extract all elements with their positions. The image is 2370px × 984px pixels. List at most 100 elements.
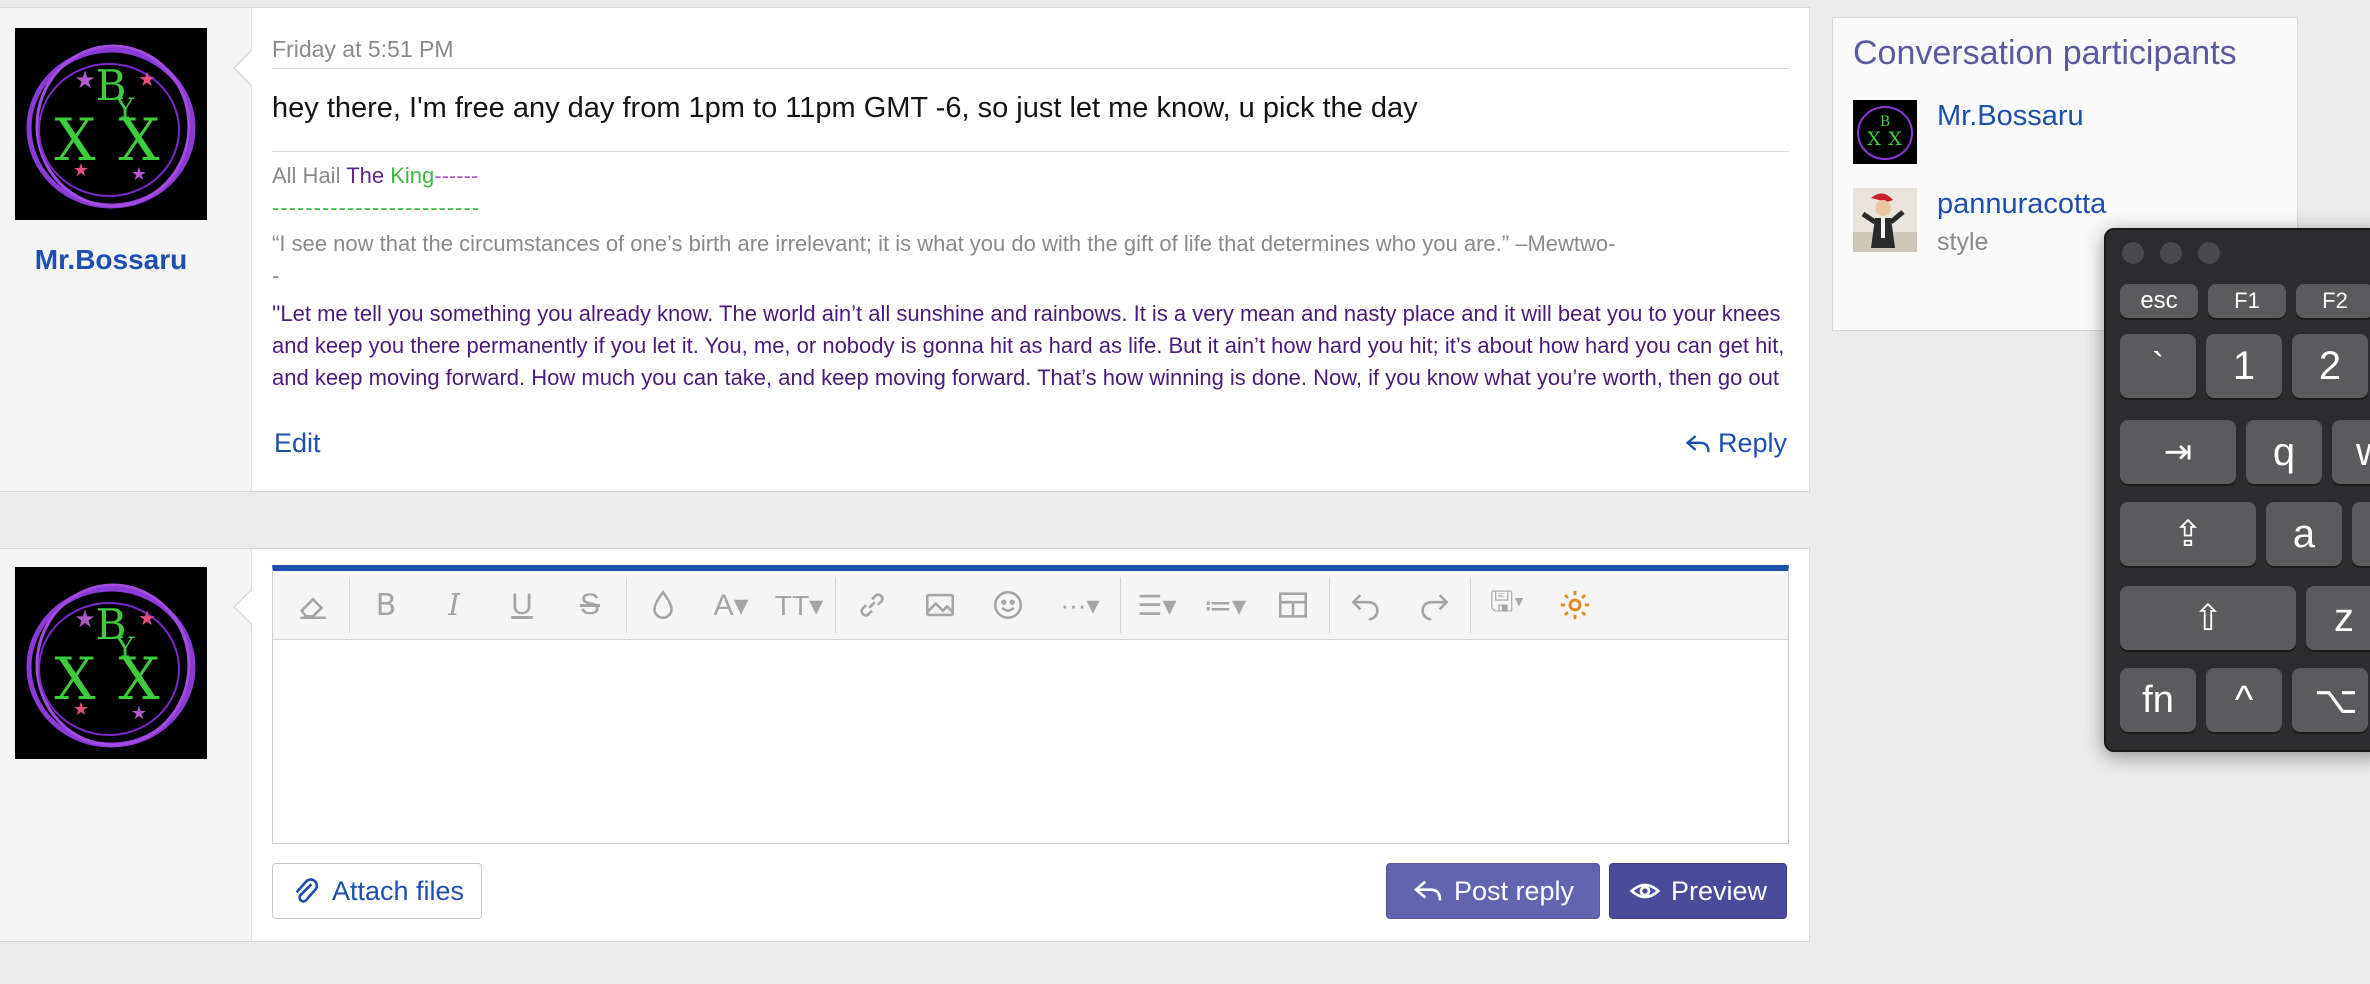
signature-quote-mewtwo-tail: - (272, 263, 280, 288)
eraser-icon[interactable] (279, 571, 347, 639)
drafts-icon[interactable]: 🖫▾ (1473, 571, 1541, 639)
avatar[interactable]: B X X Y ★ ★ ★ ★ (15, 567, 207, 759)
key-z[interactable]: z (2306, 586, 2370, 650)
key-f2[interactable]: F2 (2296, 284, 2370, 318)
signature-quote-mewtwo: “I see now that the circumstances of one… (272, 228, 1787, 292)
font-size-icon[interactable]: TT▾ (765, 571, 833, 639)
signature-quote-rocky: ''Let me tell you something you already … (272, 301, 1785, 398)
editor-textarea[interactable] (273, 640, 1788, 843)
on-screen-keyboard: esc F1 F2 ` 1 2 ⇥ q w ⇪ a ⇧ z fn ^ ⌥ (2104, 228, 2370, 752)
strikethrough-icon[interactable]: S (556, 571, 624, 639)
svg-text:Y: Y (115, 631, 135, 664)
reply-link[interactable]: Reply (1684, 428, 1787, 459)
svg-text:★: ★ (131, 164, 147, 184)
avatar-photo-icon (1853, 188, 1917, 252)
redo-icon[interactable] (1400, 571, 1468, 639)
key-caps-lock[interactable]: ⇪ (2120, 502, 2256, 566)
svg-text:★: ★ (73, 160, 89, 180)
image-icon[interactable] (906, 571, 974, 639)
participant-name[interactable]: Mr.Bossaru (1937, 100, 2084, 133)
toolbar-separator (626, 577, 627, 633)
sidebar-title: Conversation participants (1853, 34, 2237, 72)
key-shift[interactable]: ⇧ (2120, 586, 2296, 650)
reply-icon (1685, 434, 1710, 452)
more-icon[interactable]: ···▾ (1042, 571, 1118, 639)
key-q[interactable]: q (2246, 420, 2322, 484)
minimize-button[interactable] (2160, 242, 2182, 264)
key-1[interactable]: 1 (2206, 334, 2282, 398)
toolbar-separator (349, 577, 350, 633)
svg-text:★: ★ (138, 608, 156, 630)
edit-link[interactable]: Edit (274, 428, 321, 459)
align-icon[interactable]: ☰▾ (1123, 571, 1191, 639)
eye-icon (1629, 883, 1661, 899)
key-a[interactable]: a (2266, 502, 2342, 566)
font-family-icon[interactable]: A▾ (697, 571, 765, 639)
bold-icon[interactable]: B (352, 571, 420, 639)
link-icon[interactable] (838, 571, 906, 639)
toolbar-separator (1329, 577, 1330, 633)
gear-icon[interactable] (1541, 571, 1609, 639)
divider (272, 68, 1789, 69)
message-content: Friday at 5:51 PM hey there, I'm free an… (252, 8, 1809, 491)
signature-hail-suffix: ------ (434, 163, 479, 188)
editor-arrow (233, 587, 254, 627)
signature-quote-mewtwo-text: “I see now that the circumstances of one… (272, 231, 1616, 256)
message-user-column: B X X Y ★ ★ ★ ★ Mr.Bossaru (0, 8, 252, 491)
key-option[interactable]: ⌥ (2292, 668, 2368, 732)
svg-text:★: ★ (74, 606, 96, 633)
post-username[interactable]: Mr.Bossaru (0, 244, 223, 276)
zoom-button[interactable] (2198, 242, 2220, 264)
message-post: B X X Y ★ ★ ★ ★ Mr.Bossaru Friday at 5:5… (0, 7, 1810, 492)
key-esc[interactable]: esc (2120, 284, 2198, 318)
toolbar-separator (835, 577, 836, 633)
avatar[interactable] (1853, 188, 1917, 252)
key-partial[interactable] (2352, 502, 2370, 566)
key-backtick[interactable]: ` (2120, 334, 2196, 398)
divider (272, 151, 1789, 152)
rich-text-editor: B I U S A▾ TT▾ ···▾ ☰▾ ≔▾ 🖫▾ (272, 565, 1789, 844)
undo-icon[interactable] (1332, 571, 1400, 639)
key-fn[interactable]: fn (2120, 668, 2196, 732)
message-arrow (233, 48, 254, 88)
participant-name[interactable]: pannuracotta (1937, 188, 2106, 221)
post-reply-button[interactable]: Post reply (1386, 863, 1600, 919)
post-date[interactable]: Friday at 5:51 PM (272, 36, 454, 63)
window-controls (2122, 242, 2220, 264)
color-drop-icon[interactable] (629, 571, 697, 639)
underline-icon[interactable]: U (488, 571, 556, 639)
participant-subtitle: style (1937, 228, 1989, 256)
signature-hail-the: The (346, 163, 385, 188)
table-icon[interactable] (1259, 571, 1327, 639)
paperclip-icon (295, 878, 319, 903)
key-control[interactable]: ^ (2206, 668, 2282, 732)
reply-icon (1413, 880, 1442, 901)
close-button[interactable] (2122, 242, 2144, 264)
toolbar-separator (1470, 577, 1471, 633)
key-tab[interactable]: ⇥ (2120, 420, 2236, 484)
svg-text:★: ★ (73, 699, 89, 719)
editor-content: B I U S A▾ TT▾ ···▾ ☰▾ ≔▾ 🖫▾ Attach file… (252, 549, 1809, 941)
editor-user-column: B X X Y ★ ★ ★ ★ (0, 549, 252, 941)
avatar[interactable]: B X X (1853, 100, 1917, 164)
italic-icon[interactable]: I (420, 571, 488, 639)
toolbar-separator (1120, 577, 1121, 633)
post-reply-label: Post reply (1453, 875, 1575, 906)
emoji-icon[interactable] (974, 571, 1042, 639)
avatar[interactable]: B X X Y ★ ★ ★ ★ (15, 28, 207, 220)
svg-text:★: ★ (131, 703, 147, 723)
signature-dashes: ------------------------- (272, 195, 481, 220)
list-icon[interactable]: ≔▾ (1191, 571, 1259, 639)
key-w[interactable]: w (2332, 420, 2370, 484)
key-2[interactable]: 2 (2292, 334, 2368, 398)
svg-text:★: ★ (138, 69, 156, 91)
avatar-logo-icon: B X X (1853, 100, 1917, 164)
reply-editor-panel: B X X Y ★ ★ ★ ★ B I U S A▾ TT▾ ···▾ ☰▾ ≔… (0, 548, 1810, 942)
svg-text:X: X (1888, 128, 1902, 150)
preview-button[interactable]: Preview (1609, 863, 1787, 919)
signature-hail-prefix: All Hail (272, 163, 347, 188)
post-message: hey there, I'm free any day from 1pm to … (272, 92, 1418, 124)
attach-files-button[interactable]: Attach files (272, 863, 482, 919)
avatar-logo-icon: B X X Y ★ ★ ★ ★ (15, 28, 207, 220)
key-f1[interactable]: F1 (2208, 284, 2286, 318)
